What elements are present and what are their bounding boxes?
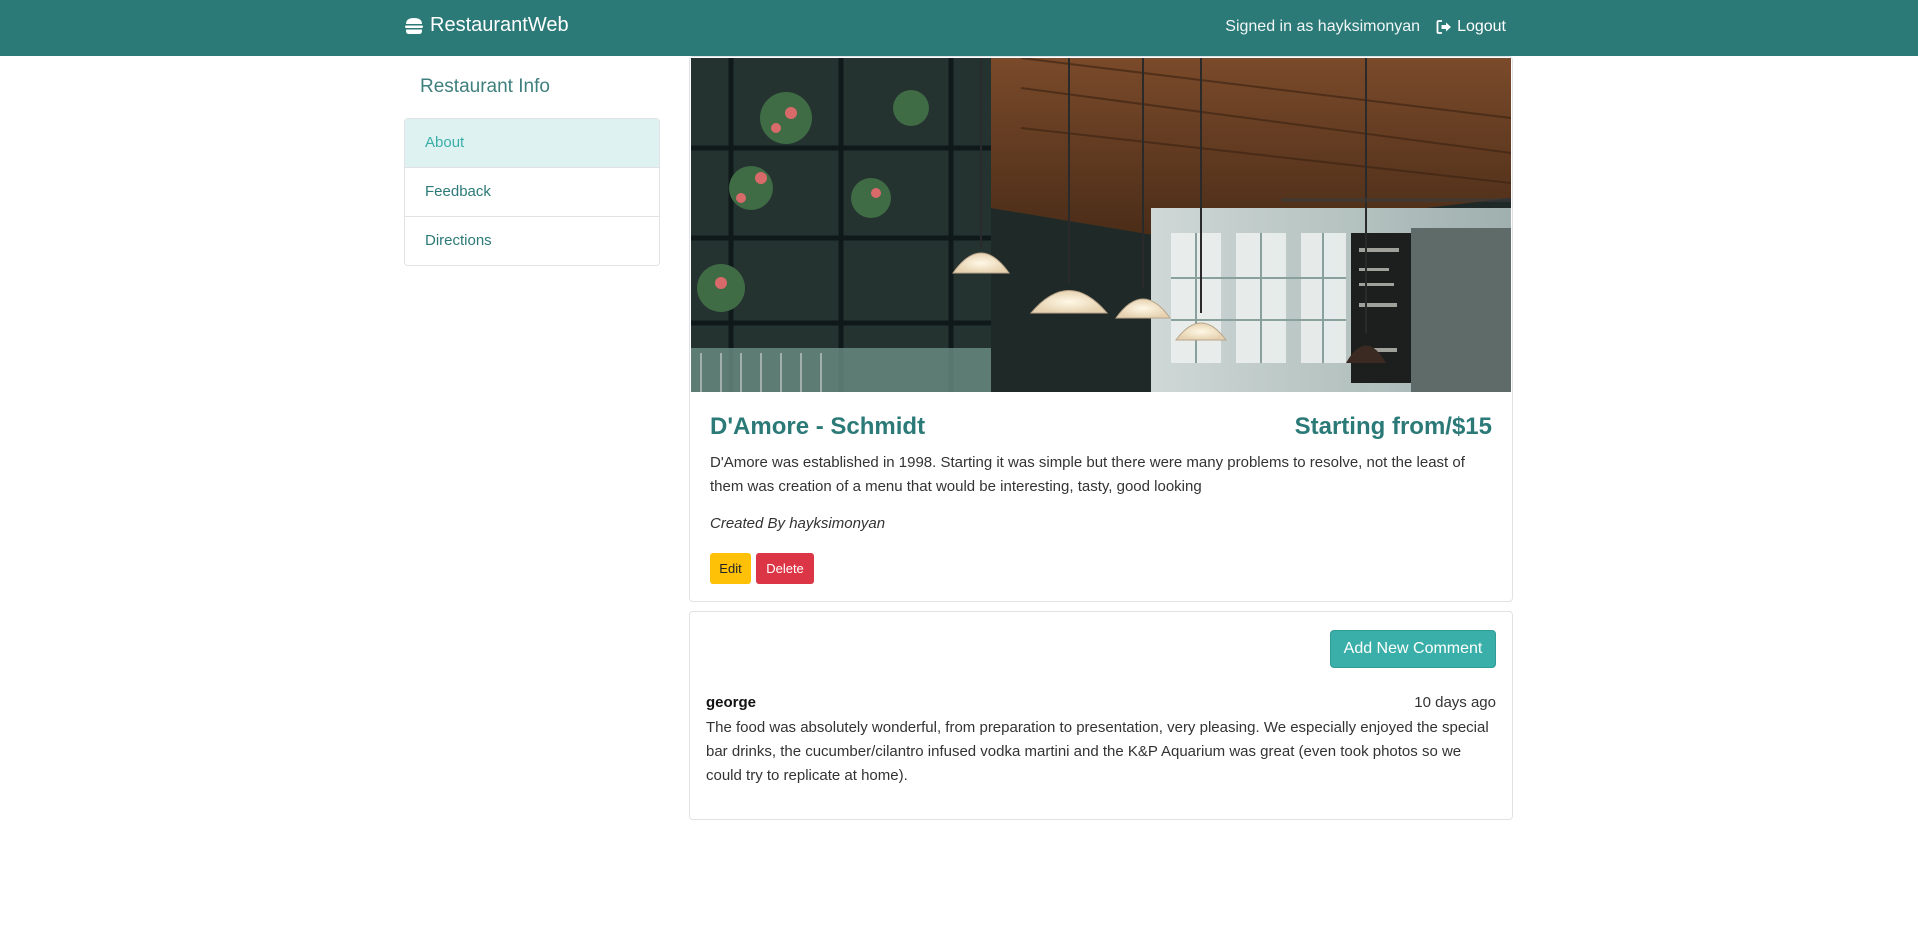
add-comment-button[interactable]: Add New Comment <box>1330 630 1496 668</box>
delete-button[interactable]: Delete <box>756 553 814 584</box>
sidebar-menu: About Feedback Directions <box>404 118 660 266</box>
hamburger-icon <box>405 17 423 34</box>
sidebar-title: Restaurant Info <box>420 76 550 97</box>
created-by-prefix: Created By <box>710 515 786 532</box>
brand-link[interactable]: RestaurantWeb <box>404 14 569 37</box>
created-by: Created By hayksimonyan <box>710 515 885 532</box>
signed-in-text: Signed in as hayksimonyan <box>1225 18 1421 35</box>
sidebar-item-about[interactable]: About <box>405 119 659 167</box>
logout-label: Logout <box>1457 18 1506 35</box>
restaurant-photo <box>691 58 1511 392</box>
sidebar-item-feedback[interactable]: Feedback <box>405 167 659 216</box>
top-navbar: RestaurantWeb Signed in as hayksimonyan … <box>0 0 1918 56</box>
restaurant-card: D'Amore - Schmidt Starting from/$15 D'Am… <box>689 56 1513 602</box>
restaurant-price: Starting from/$15 <box>1294 413 1492 440</box>
sidebar-item-directions[interactable]: Directions <box>405 216 659 265</box>
user-nav: Signed in as hayksimonyan Logout <box>1225 18 1506 36</box>
brand-name: RestaurantWeb <box>430 14 569 36</box>
restaurant-name: D'Amore - Schmidt <box>710 413 926 440</box>
sign-out-icon <box>1436 20 1452 34</box>
comment-text: The food was absolutely wonderful, from … <box>706 719 1489 784</box>
restaurant-description: D'Amore was established in 1998. Startin… <box>710 454 1465 495</box>
comments-card: Add New Comment george 10 days ago The f… <box>689 611 1513 820</box>
edit-button[interactable]: Edit <box>710 553 751 584</box>
comment-time: 10 days ago <box>1414 694 1496 711</box>
created-by-user: hayksimonyan <box>789 515 886 532</box>
logout-link[interactable]: Logout <box>1436 18 1506 36</box>
comment-author: george <box>706 694 757 711</box>
